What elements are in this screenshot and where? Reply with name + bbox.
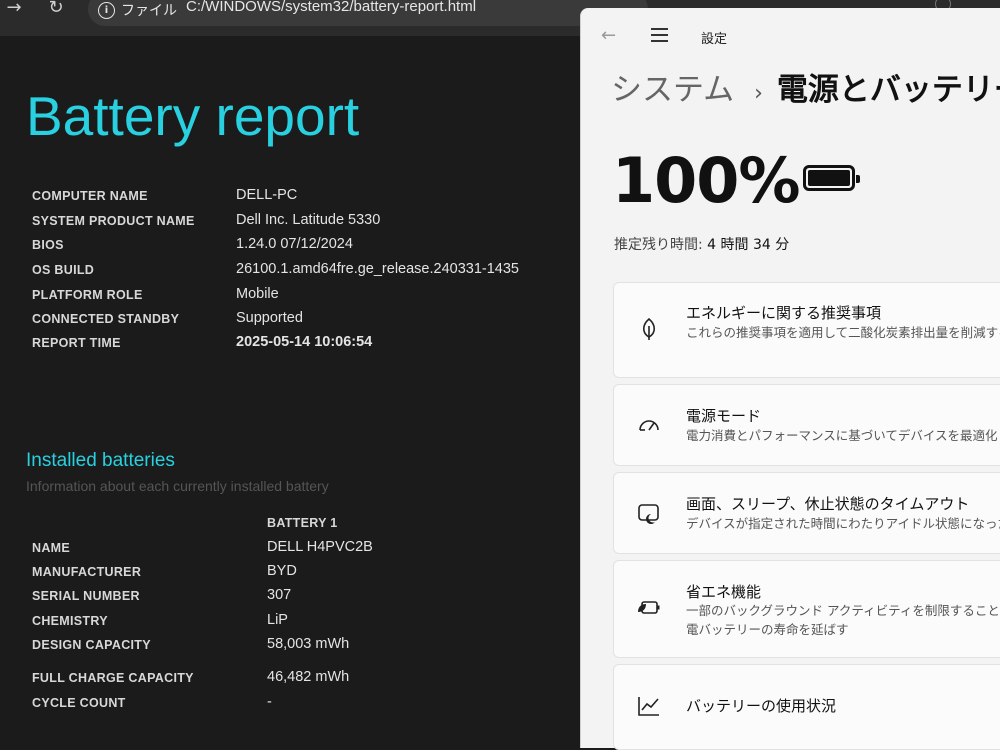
card-battery-usage[interactable]: バッテリーの使用状況: [613, 664, 1000, 750]
card-title: 画面、スリープ、休止状態のタイムアウト: [686, 495, 970, 513]
battery-value: 307: [267, 587, 292, 603]
app-title: 設定: [701, 32, 728, 47]
card-battery-saver[interactable]: 省エネ機能 一部のバックグラウンド アクティビティを制限することで、電バッテリー…: [613, 560, 1000, 658]
battery-value: -: [267, 694, 272, 710]
battery-label: CYCLE COUNT: [32, 696, 126, 710]
battery-value: DELL H4PVC2B: [267, 539, 373, 555]
back-arrow-icon[interactable]: ←: [601, 25, 616, 46]
card-title: 省エネ機能: [686, 583, 762, 601]
card-description: 一部のバックグラウンド アクティビティを制限することで、電バッテリーの寿命を延ば…: [686, 603, 1000, 637]
info-label: REPORT TIME: [32, 336, 121, 350]
info-label: SYSTEM PRODUCT NAME: [32, 214, 195, 228]
info-label: OS BUILD: [32, 263, 95, 277]
info-value: 1.24.0 07/12/2024: [236, 236, 353, 252]
battery-icon: [803, 165, 860, 191]
remaining-value: 4 時間 34 分: [707, 237, 790, 253]
chevron-right-icon: ›: [754, 81, 763, 106]
info-value: Dell Inc. Latitude 5330: [236, 212, 381, 228]
battery-label: CHEMISTRY: [32, 614, 108, 628]
remaining-label: 推定残り時間:: [614, 237, 703, 253]
info-value: Supported: [236, 310, 303, 326]
battery-value: 58,003 mWh: [267, 636, 350, 652]
card-energy-recommendations[interactable]: エネルギーに関する推奨事項 これらの推奨事項を適用して二酸化炭素排出量を削減する: [613, 282, 1000, 378]
battery-percentage: 100%: [612, 144, 801, 217]
screen-sleep-icon: [636, 500, 662, 526]
battery-label: DESIGN CAPACITY: [32, 638, 151, 652]
battery-report-page: Battery report COMPUTER NAME DELL-PC SYS…: [0, 36, 580, 736]
info-label: PLATFORM ROLE: [32, 288, 143, 302]
card-screen-sleep-timeout[interactable]: 画面、スリープ、休止状態のタイムアウト デバイスが指定された時間にわたりアイドル…: [613, 472, 1000, 554]
breadcrumb: システム › 電源とバッテリー: [611, 64, 1000, 109]
info-label: CONNECTED STANDBY: [32, 312, 180, 326]
gauge-icon: [636, 412, 662, 438]
card-description: デバイスが指定された時間にわたりアイドル状態になった場: [686, 516, 1000, 531]
battery-value: LiP: [267, 612, 288, 628]
battery-saver-icon: [636, 595, 662, 621]
section-subtitle: Information about each currently install…: [26, 478, 329, 494]
info-value: DELL-PC: [236, 187, 298, 203]
battery-label: SERIAL NUMBER: [32, 589, 140, 603]
battery-label: NAME: [32, 541, 71, 555]
reload-icon[interactable]: ↻: [42, 0, 70, 20]
card-power-mode[interactable]: 電源モード 電力消費とパフォーマンスに基づいてデバイスを最適化: [613, 384, 1000, 466]
breadcrumb-parent[interactable]: システム: [611, 64, 734, 109]
url-text[interactable]: C:/WINDOWS/system32/battery-report.html: [186, 0, 476, 15]
leaf-icon: [636, 316, 662, 342]
address-bar[interactable]: i ファイル C:/WINDOWS/system32/battery-repor…: [88, 0, 648, 26]
site-chip-label: ファイル: [121, 3, 177, 19]
card-description: 電力消費とパフォーマンスに基づいてデバイスを最適化: [686, 428, 998, 443]
hamburger-menu-icon[interactable]: [651, 28, 668, 46]
breadcrumb-current: 電源とバッテリー: [776, 72, 1000, 108]
page-title: Battery report: [26, 85, 360, 147]
remaining-time: 推定残り時間: 4 時間 34 分: [614, 234, 789, 254]
info-label: COMPUTER NAME: [32, 189, 148, 203]
settings-window: ← 設定 システム › 電源とバッテリー 100% 推定残り時間: 4 時間 3…: [580, 8, 1000, 750]
battery-value: BYD: [267, 563, 297, 579]
info-value: Mobile: [236, 286, 279, 302]
section-title: Installed batteries: [26, 450, 175, 471]
card-title: バッテリーの使用状況: [686, 697, 837, 715]
info-value: 26100.1.amd64fre.ge_release.240331-1435: [236, 261, 519, 277]
chart-line-icon: [636, 693, 662, 719]
report-time-value: 2025-05-14 10:06:54: [236, 334, 373, 350]
forward-icon[interactable]: →: [0, 0, 28, 20]
card-description: これらの推奨事項を適用して二酸化炭素排出量を削減する: [686, 325, 1000, 340]
site-info-chip[interactable]: i ファイル: [98, 0, 177, 20]
info-label: BIOS: [32, 238, 64, 252]
battery-value: 46,482 mWh: [267, 669, 350, 685]
battery-label: MANUFACTURER: [32, 565, 142, 579]
battery-label: FULL CHARGE CAPACITY: [32, 671, 194, 685]
info-icon: i: [98, 1, 115, 19]
card-title: エネルギーに関する推奨事項: [686, 304, 882, 322]
battery-column-header: BATTERY 1: [267, 516, 338, 530]
card-title: 電源モード: [686, 407, 762, 425]
